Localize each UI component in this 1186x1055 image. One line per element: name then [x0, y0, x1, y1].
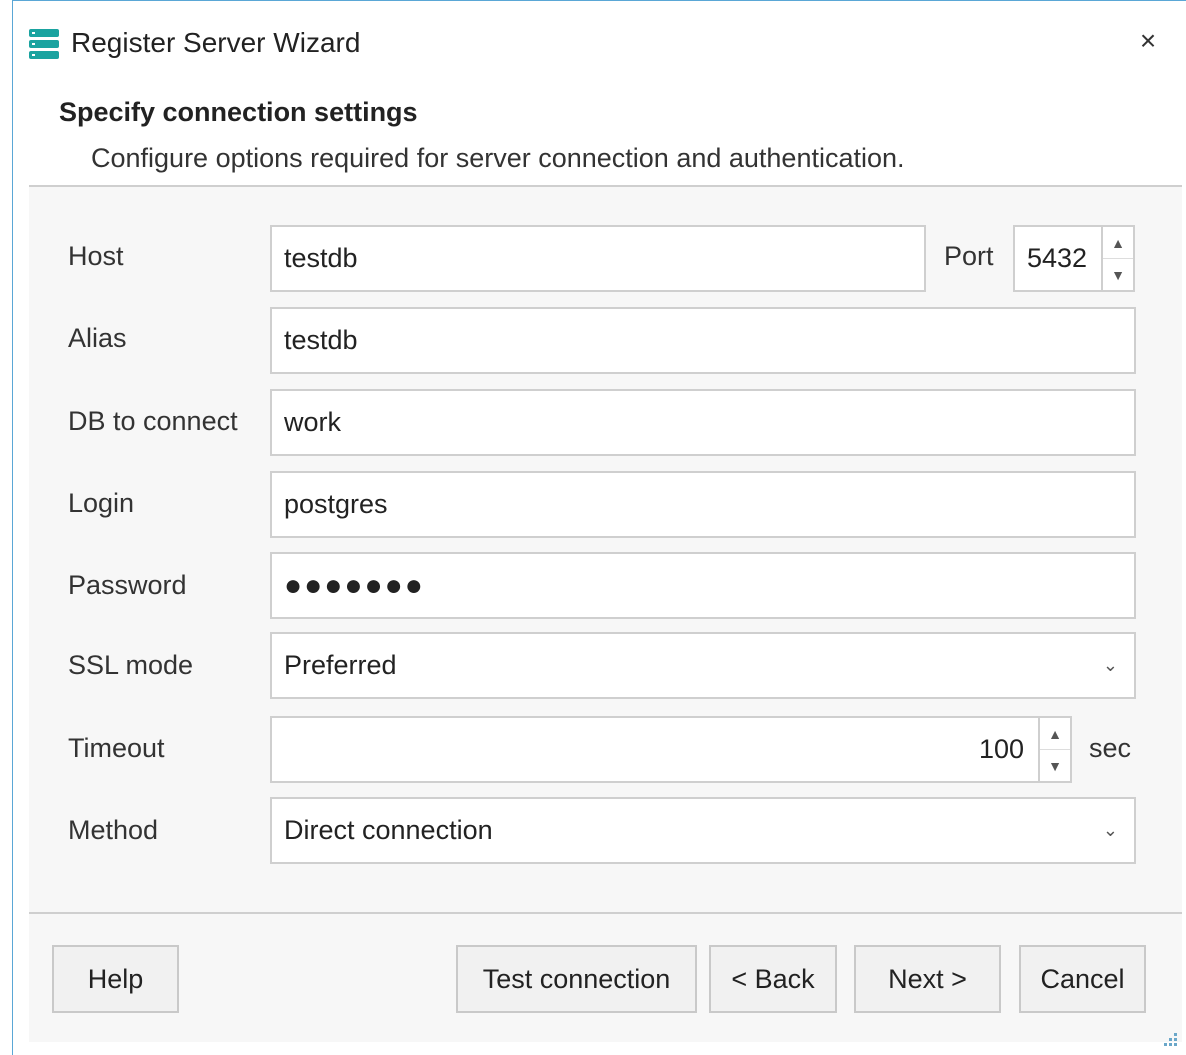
title-bar[interactable]: Register Server Wizard × — [13, 1, 1186, 81]
password-input[interactable]: ●●●●●●● — [270, 552, 1136, 619]
close-icon[interactable]: × — [1132, 25, 1164, 57]
password-mask: ●●●●●●● — [284, 568, 425, 602]
timeout-unit: sec — [1089, 733, 1132, 763]
method-label: Method — [68, 815, 159, 845]
chevron-up-icon[interactable]: ▲ — [1103, 227, 1133, 258]
ssl-mode-label: SSL mode — [68, 650, 194, 680]
next-button[interactable]: Next > — [854, 945, 1001, 1013]
timeout-label: Timeout — [68, 733, 165, 763]
login-label: Login — [68, 488, 135, 518]
method-select[interactable]: Direct connection ⌄ — [270, 797, 1136, 864]
login-input[interactable]: postgres — [270, 471, 1136, 538]
db-label: DB to connect — [68, 406, 238, 436]
timeout-input[interactable]: 100 — [270, 716, 1072, 783]
footer-divider — [29, 912, 1182, 914]
method-value: Direct connection — [284, 815, 493, 845]
window-title: Register Server Wizard — [71, 27, 361, 58]
help-button[interactable]: Help — [52, 945, 179, 1013]
back-button[interactable]: < Back — [709, 945, 837, 1013]
password-label: Password — [68, 570, 187, 600]
alias-input[interactable]: testdb — [270, 307, 1136, 374]
host-input[interactable]: testdb — [270, 225, 926, 292]
port-spinner: ▲ ▼ — [1101, 227, 1133, 290]
resize-grip-icon[interactable] — [1160, 1031, 1178, 1049]
step-subtitle: Configure options required for server co… — [91, 143, 905, 173]
chevron-down-icon: ⌄ — [1102, 655, 1118, 675]
wizard-window: Register Server Wizard × Specify connect… — [12, 0, 1186, 1055]
chevron-down-icon[interactable]: ▼ — [1040, 749, 1070, 781]
chevron-down-icon: ⌄ — [1102, 820, 1118, 840]
test-connection-button[interactable]: Test connection — [456, 945, 697, 1013]
db-input[interactable]: work — [270, 389, 1136, 456]
alias-value: testdb — [284, 325, 358, 355]
login-value: postgres — [284, 489, 388, 519]
chevron-up-icon[interactable]: ▲ — [1040, 718, 1070, 749]
timeout-value: 100 — [978, 734, 1024, 764]
timeout-spinner: ▲ ▼ — [1038, 718, 1070, 781]
step-title: Specify connection settings — [59, 97, 418, 127]
ssl-mode-select[interactable]: Preferred ⌄ — [270, 632, 1136, 699]
alias-label: Alias — [68, 323, 127, 353]
port-value: 5432 — [1027, 243, 1088, 273]
db-value: work — [284, 407, 342, 437]
ssl-mode-value: Preferred — [284, 650, 397, 680]
cancel-button[interactable]: Cancel — [1019, 945, 1146, 1013]
server-stack-icon — [29, 29, 59, 59]
host-value: testdb — [284, 243, 358, 273]
chevron-down-icon[interactable]: ▼ — [1103, 258, 1133, 290]
host-label: Host — [68, 241, 124, 271]
port-label: Port — [944, 241, 994, 271]
